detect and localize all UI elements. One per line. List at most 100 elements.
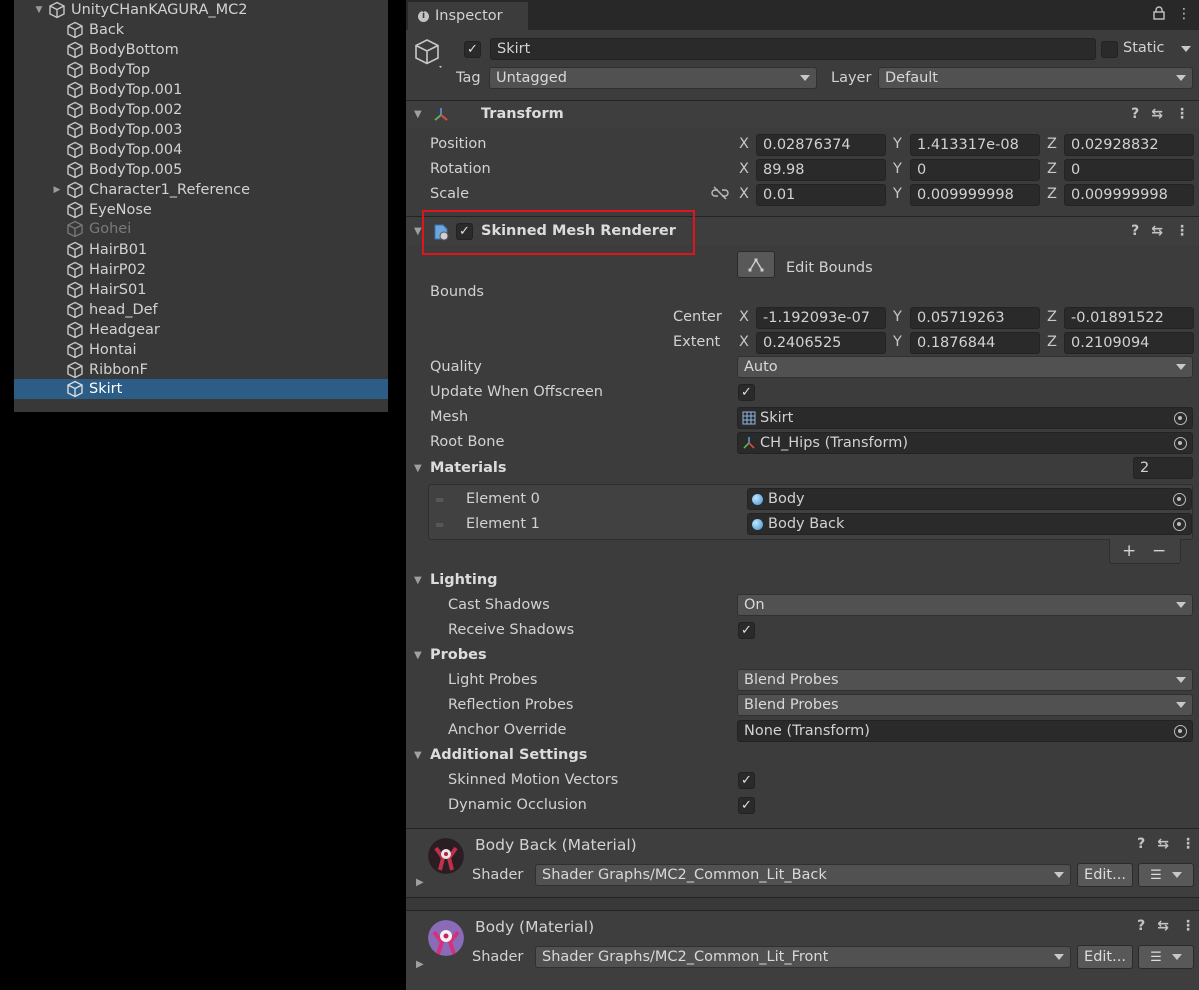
layer-dropdown[interactable]: Default: [878, 67, 1193, 89]
object-picker-icon[interactable]: [1174, 412, 1187, 425]
root-bone-field[interactable]: CH_Hips (Transform): [737, 432, 1193, 454]
scale-y-field[interactable]: 0.009999998: [910, 184, 1040, 206]
hierarchy-item[interactable]: BodyTop.004: [14, 140, 388, 160]
object-picker-icon[interactable]: [1174, 725, 1187, 738]
scale-x-field[interactable]: 0.01: [756, 184, 886, 206]
hierarchy-item[interactable]: HairB01: [14, 240, 388, 260]
gameobject-icon[interactable]: [414, 38, 442, 70]
element-1-field[interactable]: Body Back: [747, 513, 1192, 535]
hierarchy-item-selected[interactable]: Skirt: [14, 379, 388, 399]
scale-z-field[interactable]: 0.009999998: [1064, 184, 1194, 206]
fold-down-icon[interactable]: ▼: [414, 109, 422, 120]
object-name-field[interactable]: Skirt: [490, 38, 1096, 60]
fold-down-icon[interactable]: ▼: [414, 575, 422, 586]
update-offscreen-checkbox[interactable]: ✓: [738, 384, 755, 401]
hierarchy-item[interactable]: HairS01: [14, 280, 388, 300]
help-icon[interactable]: ?: [1131, 106, 1139, 122]
lock-icon[interactable]: [1153, 6, 1165, 20]
element-0-field[interactable]: Body: [747, 488, 1192, 510]
hierarchy-item-inactive[interactable]: Gohei: [14, 219, 388, 239]
materials-count-field[interactable]: 2: [1133, 457, 1193, 479]
hierarchy-item[interactable]: BodyBottom: [14, 40, 388, 60]
object-picker-icon[interactable]: [1173, 518, 1186, 531]
mesh-field[interactable]: Skirt: [737, 407, 1193, 429]
light-probes-dropdown[interactable]: Blend Probes: [737, 669, 1193, 691]
remove-element-button[interactable]: −: [1152, 541, 1166, 561]
hierarchy-item[interactable]: BodyTop.002: [14, 100, 388, 120]
drag-handle-icon[interactable]: ═: [436, 518, 443, 532]
help-icon[interactable]: ?: [1131, 223, 1139, 239]
more-icon[interactable]: ⋮: [1177, 6, 1191, 22]
hierarchy-item[interactable]: RibbonF: [14, 360, 388, 380]
extent-x-field[interactable]: 0.2406525: [756, 332, 886, 354]
expand-down-icon[interactable]: ▼: [34, 5, 44, 15]
fold-down-icon[interactable]: ▼: [414, 650, 422, 661]
rotation-y-field[interactable]: 0: [910, 159, 1040, 181]
shader-edit-button[interactable]: Edit...: [1077, 863, 1133, 887]
hierarchy-item[interactable]: Headgear: [14, 320, 388, 340]
shader-dropdown[interactable]: Shader Graphs/MC2_Common_Lit_Back: [535, 864, 1071, 886]
extent-y-field[interactable]: 0.1876844: [910, 332, 1040, 354]
extent-z-field[interactable]: 0.2109094: [1064, 332, 1194, 354]
position-y-field[interactable]: 1.413317e-08: [910, 134, 1040, 156]
static-checkbox[interactable]: ✓: [1101, 41, 1118, 58]
position-z-field[interactable]: 0.02928832: [1064, 134, 1194, 156]
fold-down-icon[interactable]: ▼: [414, 750, 422, 761]
constrain-proportions-icon[interactable]: [711, 186, 729, 200]
hierarchy-item[interactable]: BodyTop.005: [14, 160, 388, 180]
presets-icon[interactable]: ⇆: [1157, 918, 1169, 934]
more-icon[interactable]: ⋮: [1181, 918, 1195, 934]
anchor-override-field[interactable]: None (Transform): [737, 720, 1193, 742]
fold-right-icon[interactable]: ▶: [416, 877, 424, 888]
hierarchy-item[interactable]: BodyTop.001: [14, 80, 388, 100]
hierarchy-item[interactable]: EyeNose: [14, 200, 388, 220]
more-icon[interactable]: ⋮: [1181, 836, 1195, 852]
position-x-field[interactable]: 0.02876374: [756, 134, 886, 156]
more-icon[interactable]: ⋮: [1175, 223, 1189, 239]
more-icon[interactable]: ⋮: [1175, 106, 1189, 122]
shader-options-button[interactable]: ☰: [1138, 863, 1194, 887]
hierarchy-item[interactable]: HairP02: [14, 260, 388, 280]
rotation-z-field[interactable]: 0: [1064, 159, 1194, 181]
hierarchy-item[interactable]: Hontai: [14, 340, 388, 360]
tag-dropdown[interactable]: Untagged: [489, 67, 817, 89]
hierarchy-item[interactable]: head_Def: [14, 300, 388, 320]
fold-down-icon[interactable]: ▼: [414, 226, 422, 237]
hierarchy-item[interactable]: BodyTop: [14, 60, 388, 80]
tab-inspector[interactable]: i Inspector: [408, 2, 528, 30]
center-y-field[interactable]: 0.05719263: [910, 307, 1040, 329]
help-icon[interactable]: ?: [1137, 918, 1145, 934]
transform-header[interactable]: ▼ Transform ? ⇆ ⋮: [406, 100, 1199, 128]
skinned-motion-vectors-checkbox[interactable]: ✓: [738, 772, 755, 789]
receive-shadows-checkbox[interactable]: ✓: [738, 622, 755, 639]
reflection-probes-value: Blend Probes: [744, 697, 839, 713]
reflection-probes-dropdown[interactable]: Blend Probes: [737, 694, 1193, 716]
fold-right-icon[interactable]: ▶: [416, 959, 424, 970]
shader-edit-button[interactable]: Edit...: [1077, 945, 1133, 969]
presets-icon[interactable]: ⇆: [1157, 836, 1169, 852]
shader-dropdown[interactable]: Shader Graphs/MC2_Common_Lit_Front: [535, 946, 1071, 968]
center-z-field[interactable]: -0.01891522: [1064, 307, 1194, 329]
object-picker-icon[interactable]: [1174, 437, 1187, 450]
help-icon[interactable]: ?: [1137, 836, 1145, 852]
drag-handle-icon[interactable]: ═: [436, 493, 443, 507]
hierarchy-item[interactable]: ▶ Character1_Reference: [14, 180, 388, 200]
hierarchy-root-row[interactable]: ▼ UnityCHanKAGURA_MC2: [14, 0, 388, 20]
active-checkbox[interactable]: ✓: [464, 41, 481, 58]
hierarchy-item[interactable]: BodyTop.003: [14, 120, 388, 140]
object-picker-icon[interactable]: [1173, 493, 1186, 506]
presets-icon[interactable]: ⇆: [1151, 106, 1163, 122]
expand-right-icon[interactable]: ▶: [52, 185, 62, 195]
rotation-x-field[interactable]: 89.98: [756, 159, 886, 181]
dynamic-occlusion-checkbox[interactable]: ✓: [738, 797, 755, 814]
presets-icon[interactable]: ⇆: [1151, 223, 1163, 239]
cast-shadows-dropdown[interactable]: On: [737, 594, 1193, 616]
quality-dropdown[interactable]: Auto: [737, 356, 1193, 378]
center-x-field[interactable]: -1.192093e-07: [756, 307, 886, 329]
edit-bounds-button[interactable]: [737, 251, 775, 278]
add-element-button[interactable]: +: [1122, 541, 1136, 561]
chevron-down-icon[interactable]: [1181, 46, 1191, 52]
hierarchy-item[interactable]: Back: [14, 20, 388, 40]
shader-options-button[interactable]: ☰: [1138, 945, 1194, 969]
fold-down-icon[interactable]: ▼: [414, 463, 422, 474]
